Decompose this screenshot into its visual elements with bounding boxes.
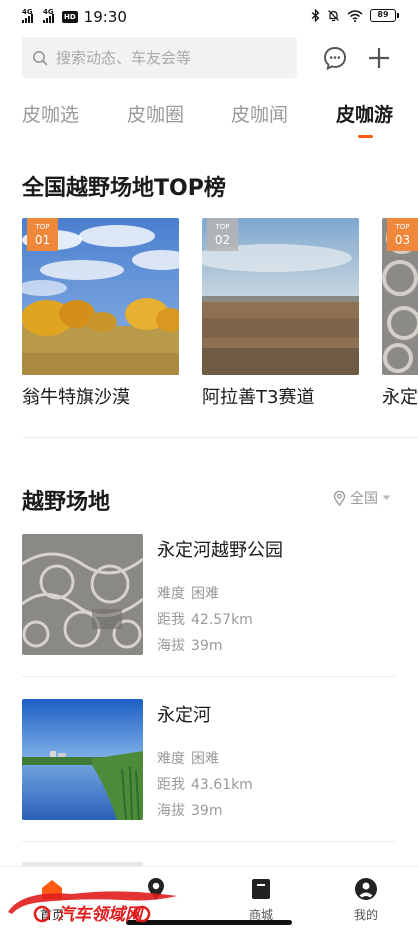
venue-difficulty: 难度 困难 (157, 748, 219, 768)
bluetooth-icon (311, 9, 320, 22)
difficulty-value: 困难 (191, 586, 219, 602)
search-icon (33, 50, 48, 65)
difficulty-value: 困难 (191, 751, 219, 767)
top-badge-3: TOP 03 (387, 218, 418, 251)
nav-shop[interactable]: 商城 (231, 877, 291, 923)
distance-label: 距我 (157, 612, 185, 628)
offroad-section-title: 越野场地 (22, 490, 111, 515)
location-pin-icon (333, 490, 346, 506)
venue-name: 永定河 (157, 705, 211, 726)
distance-value: 42.57km (191, 612, 253, 628)
search-input[interactable] (56, 48, 286, 67)
location-pin-icon (148, 878, 164, 900)
signal-icon-2: 4G (43, 8, 54, 23)
battery-icon: 89 (370, 9, 399, 22)
venue-altitude: 海拔 39m (157, 800, 222, 820)
wifi-icon (347, 9, 363, 22)
distance-label: 距我 (157, 777, 185, 793)
caret-down-icon (382, 495, 391, 500)
nav-home[interactable]: 首页 (22, 877, 82, 923)
venue-thumbnail-river (22, 699, 143, 820)
location-filter[interactable]: 全国 (333, 488, 391, 508)
location-filter-label: 全国 (350, 491, 378, 507)
top-card-name: 阿拉善T3赛道 (202, 387, 315, 408)
hd-voice-icon: HD (62, 11, 78, 23)
tab-pika-circle[interactable]: 皮咖圈 (127, 100, 184, 127)
section-divider (22, 437, 418, 438)
nav-home-label: 首页 (39, 908, 64, 922)
search-bar[interactable] (22, 37, 297, 78)
profile-icon (355, 878, 377, 900)
venue-altitude: 海拔 39m (157, 635, 222, 655)
top-badge-rank: 02 (214, 233, 231, 247)
altitude-label: 海拔 (157, 638, 185, 654)
nav-profile[interactable]: 我的 (336, 877, 396, 923)
nav-profile-label: 我的 (353, 908, 378, 922)
top-card-2[interactable]: TOP 02 阿拉善T3赛道 (202, 218, 359, 409)
mute-bell-icon (328, 10, 339, 22)
venue-distance: 距我 42.57km (157, 609, 253, 629)
difficulty-label: 难度 (157, 586, 185, 602)
status-bar: 4G 4G HD 19:30 89 (0, 0, 418, 34)
list-divider (22, 676, 396, 677)
top-badge-rank: 03 (394, 233, 411, 247)
signal-icon-1: 4G (22, 8, 33, 23)
status-bar-right: 89 (311, 9, 399, 22)
home-icon (42, 880, 62, 899)
nav-location[interactable] (126, 877, 186, 906)
venue-thumbnail-park (22, 534, 143, 655)
top-badge-label: TOP (395, 223, 410, 231)
top-card-image-park: TOP 03 (382, 218, 418, 375)
message-icon[interactable] (322, 45, 348, 71)
altitude-label: 海拔 (157, 803, 185, 819)
shop-icon (252, 879, 270, 899)
distance-value: 43.61km (191, 777, 253, 793)
top-card-name: 翁牛特旗沙漠 (22, 387, 130, 408)
status-time: 19:30 (83, 8, 127, 26)
tab-pika-select[interactable]: 皮咖选 (22, 100, 79, 127)
venue-distance: 距我 43.61km (157, 774, 253, 794)
difficulty-label: 难度 (157, 751, 185, 767)
top-badge-label: TOP (215, 223, 230, 231)
top-card-image-track: TOP 02 (202, 218, 359, 375)
top-card-name: 永定河越野公园 (382, 387, 418, 408)
altitude-value: 39m (191, 803, 223, 819)
top-card-3[interactable]: TOP 03 永定河越野公园 (382, 218, 418, 409)
altitude-value: 39m (191, 638, 223, 654)
top-card-image-desert: TOP 01 (22, 218, 179, 375)
venue-item-2[interactable]: 永定河 难度 困难 距我 43.61km 海拔 39m (22, 699, 396, 821)
top-card-1[interactable]: TOP 01 翁牛特旗沙漠 (22, 218, 179, 409)
network-label-2: 4G (43, 8, 54, 16)
top-badge-1: TOP 01 (27, 218, 58, 251)
category-tabs: 皮咖选 皮咖圈 皮咖闻 皮咖游 (0, 96, 418, 140)
system-home-indicator[interactable] (126, 920, 292, 925)
top-badge-2: TOP 02 (207, 218, 238, 251)
tab-pika-news[interactable]: 皮咖闻 (231, 100, 288, 127)
top-badge-rank: 01 (34, 233, 51, 247)
venue-difficulty: 难度 困难 (157, 583, 219, 603)
tab-pika-travel[interactable]: 皮咖游 (336, 100, 393, 127)
network-label-1: 4G (22, 8, 33, 16)
active-tab-indicator (358, 135, 373, 138)
list-divider (22, 841, 396, 842)
venue-item-1[interactable]: 永定河越野公园 难度 困难 距我 42.57km 海拔 39m (22, 534, 396, 656)
top-section-title: 全国越野场地TOP榜 (22, 176, 226, 201)
top-badge-label: TOP (35, 223, 50, 231)
plus-icon[interactable] (366, 45, 392, 71)
status-bar-left: 4G 4G HD 19:30 (22, 8, 127, 26)
venue-name: 永定河越野公园 (157, 540, 283, 561)
